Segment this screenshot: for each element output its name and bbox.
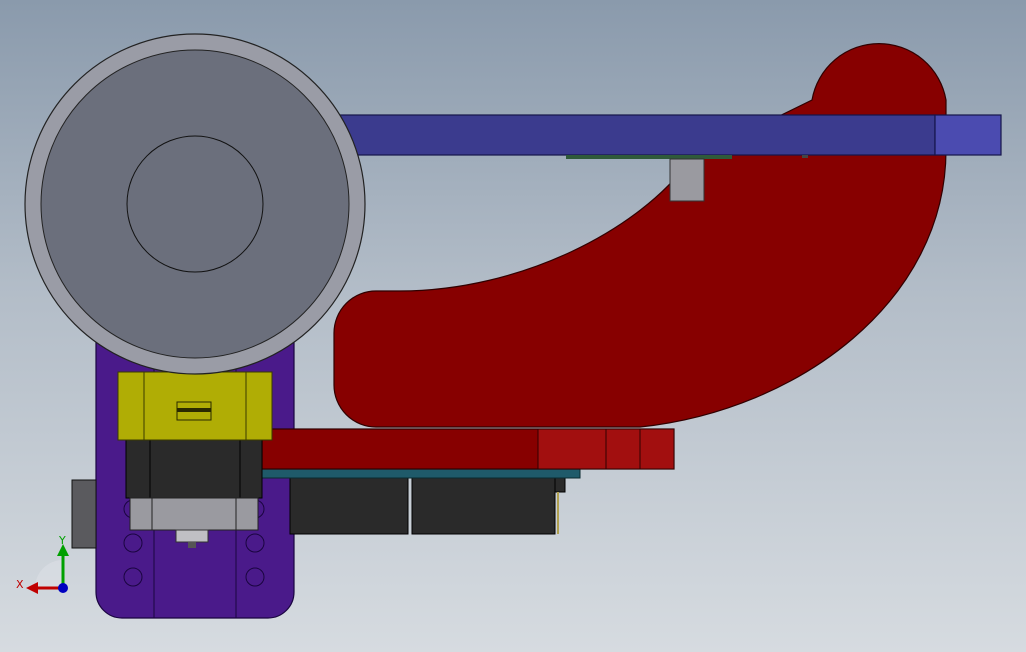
wheel[interactable] — [24, 33, 366, 375]
rail-pin — [802, 155, 808, 158]
model-scene[interactable]: X Y — [0, 0, 1026, 652]
circuit-board[interactable] — [261, 468, 581, 479]
wheel-disc — [40, 49, 350, 359]
red-arm-ribs — [537, 428, 675, 470]
blue-top-rail[interactable] — [299, 114, 936, 156]
servo-bracket[interactable] — [129, 497, 259, 531]
servo-shaft-tip — [188, 542, 196, 548]
motor-cap — [554, 477, 566, 493]
cad-viewport[interactable]: X Y — [0, 0, 1026, 652]
axis-y-label: Y — [58, 534, 66, 547]
yellow-hub[interactable] — [117, 371, 273, 441]
hub-slot-inner — [177, 408, 211, 412]
triad-quadrant — [35, 560, 63, 588]
blue-rail-end[interactable] — [934, 114, 1002, 156]
sensor-standoff[interactable] — [669, 158, 705, 202]
axis-z-dot-icon — [58, 583, 68, 593]
side-connector[interactable] — [71, 479, 97, 549]
sensor-strip — [566, 155, 732, 159]
axis-x-arrowhead — [26, 582, 38, 594]
coordinate-triad: X Y — [16, 534, 69, 594]
servo-body[interactable] — [125, 439, 263, 499]
motor-block-2[interactable] — [411, 477, 556, 535]
red-curved-bracket[interactable] — [333, 43, 947, 428]
axis-x-label: X — [16, 578, 24, 591]
motor-block-1[interactable] — [289, 477, 409, 535]
servo-shaft — [175, 529, 209, 543]
